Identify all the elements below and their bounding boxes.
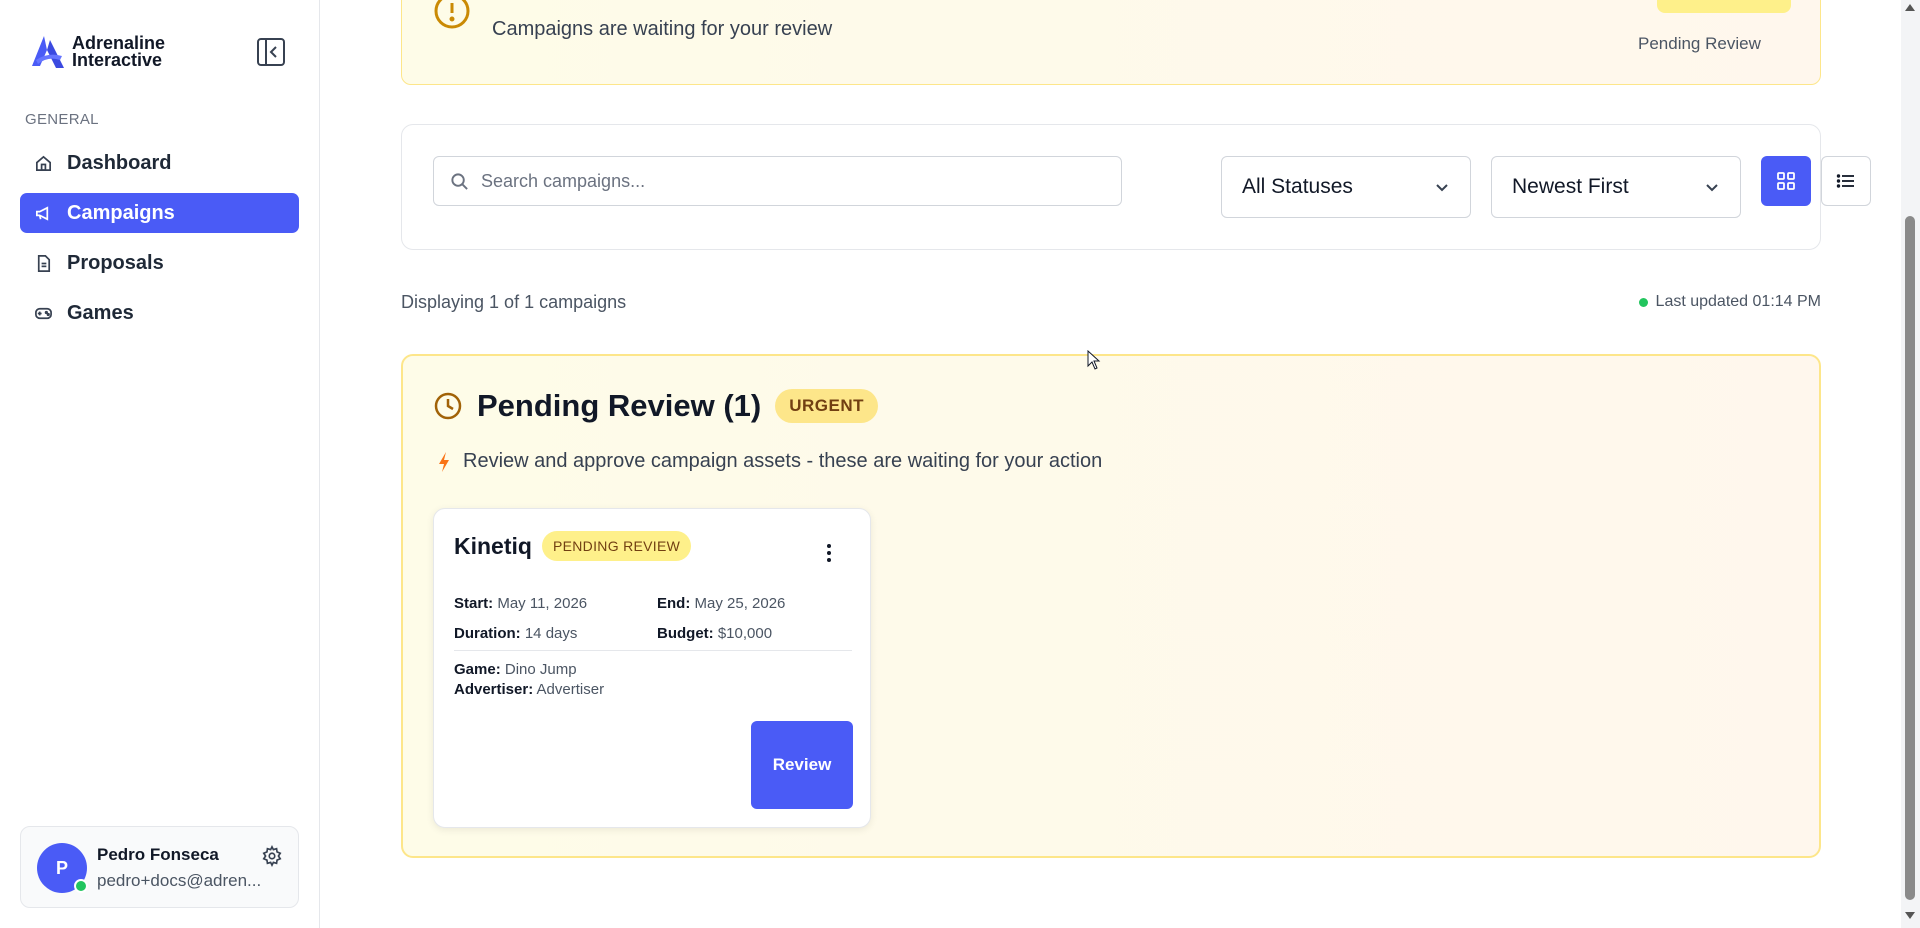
results-count: Displaying 1 of 1 campaigns <box>401 292 627 312</box>
grid-icon <box>1777 172 1795 190</box>
sidebar-item-label: Campaigns <box>67 201 175 224</box>
grid-view-button[interactable] <box>1761 156 1811 206</box>
home-icon <box>35 155 52 171</box>
search-icon <box>451 172 468 190</box>
list-icon <box>1836 174 1854 188</box>
page-scrollbar[interactable] <box>1901 0 1920 928</box>
online-status-indicator <box>74 879 88 893</box>
sort-select[interactable]: Newest First <box>1491 156 1741 218</box>
pending-review-header: Pending Review (1) URGENT <box>433 388 879 424</box>
section-subtitle-text: Review and approve campaign assets - the… <box>463 450 1103 472</box>
status-badge: PENDING REVIEW <box>542 531 692 561</box>
sidebar-item-dashboard[interactable]: Dashboard <box>20 143 299 183</box>
review-button[interactable]: Review <box>751 721 853 809</box>
section-subtitle: Review and approve campaign assets - the… <box>437 450 1102 473</box>
status-filter-select[interactable]: All Statuses <box>1221 156 1471 218</box>
lightning-icon <box>439 451 449 472</box>
urgent-badge: URGENT <box>775 389 879 423</box>
brand[interactable]: Adrenaline Interactive <box>30 34 165 70</box>
scroll-down-arrow[interactable] <box>1905 912 1915 919</box>
search-input[interactable] <box>481 170 1101 192</box>
review-alert-banner: Campaigns are waiting for your review Pe… <box>401 0 1821 85</box>
document-icon <box>37 254 51 272</box>
filter-bar: All Statuses Newest First <box>401 124 1871 250</box>
sidebar: Adrenaline Interactive GENERAL Dashboard… <box>0 0 320 928</box>
last-updated: Last updated 01:14 PM <box>1638 293 1821 311</box>
pending-count-badge <box>1657 0 1791 13</box>
sidebar-item-label: Dashboard <box>67 151 172 174</box>
sidebar-item-label: Games <box>67 301 134 324</box>
sidebar-item-campaigns[interactable]: Campaigns <box>20 193 299 233</box>
campaign-card[interactable]: Kinetiq PENDING REVIEW Start: May 11, 20… <box>433 508 871 828</box>
campaign-game: Game: Dino Jump <box>454 661 577 678</box>
sidebar-item-games[interactable]: Games <box>20 293 299 333</box>
more-vertical-icon <box>827 544 831 562</box>
brand-name: Adrenaline Interactive <box>72 33 166 70</box>
campaign-end: End: May 25, 2026 <box>657 595 786 612</box>
alert-circle-icon <box>434 0 470 29</box>
megaphone-icon <box>35 205 49 221</box>
brand-logo-icon <box>32 36 64 68</box>
scroll-up-arrow[interactable] <box>1905 4 1915 11</box>
user-email: pedro+docs@adren... <box>97 871 262 890</box>
sidebar-collapse-icon <box>257 38 285 66</box>
sort-value: Newest First <box>1512 175 1629 198</box>
main-content: Campaigns are waiting for your review Pe… <box>321 0 1901 928</box>
campaign-start: Start: May 11, 2026 <box>454 595 588 612</box>
chevron-down-icon <box>1436 184 1448 192</box>
chevron-down-icon <box>1706 184 1718 192</box>
campaign-advertiser: Advertiser: Advertiser <box>454 681 605 698</box>
section-title: Pending Review (1) <box>477 388 762 423</box>
campaign-name: Kinetiq <box>454 533 532 559</box>
live-status-dot <box>1638 297 1648 307</box>
clock-icon <box>434 392 462 420</box>
list-view-button[interactable] <box>1821 156 1871 206</box>
collapse-sidebar-button[interactable] <box>256 37 286 67</box>
gamepad-icon <box>35 307 52 319</box>
status-filter-value: All Statuses <box>1242 175 1353 198</box>
campaign-duration: Duration: 14 days <box>454 625 578 642</box>
card-divider <box>454 650 852 651</box>
scroll-thumb[interactable] <box>1905 216 1915 900</box>
sidebar-item-proposals[interactable]: Proposals <box>20 243 299 283</box>
last-updated-text: Last updated 01:14 PM <box>1655 293 1821 310</box>
sidebar-item-label: Proposals <box>67 251 164 274</box>
settings-button[interactable] <box>261 844 283 868</box>
user-profile-card[interactable]: P Pedro Fonseca pedro+docs@adren... <box>20 826 299 908</box>
pending-review-section: Pending Review (1) URGENT Review and app… <box>401 354 1821 858</box>
nav-section-label: GENERAL <box>25 111 99 128</box>
mouse-cursor-icon <box>1087 350 1101 370</box>
card-menu-button[interactable] <box>819 541 839 565</box>
search-field[interactable] <box>433 156 1122 206</box>
campaign-budget: Budget: $10,000 <box>657 625 773 642</box>
banner-message: Campaigns are waiting for your review <box>492 18 833 40</box>
gear-icon <box>262 844 282 868</box>
sidebar-nav: Dashboard Campaigns Proposals Games <box>20 143 299 343</box>
user-name: Pedro Fonseca <box>97 845 219 864</box>
pending-review-label: Pending Review <box>1638 34 1761 53</box>
